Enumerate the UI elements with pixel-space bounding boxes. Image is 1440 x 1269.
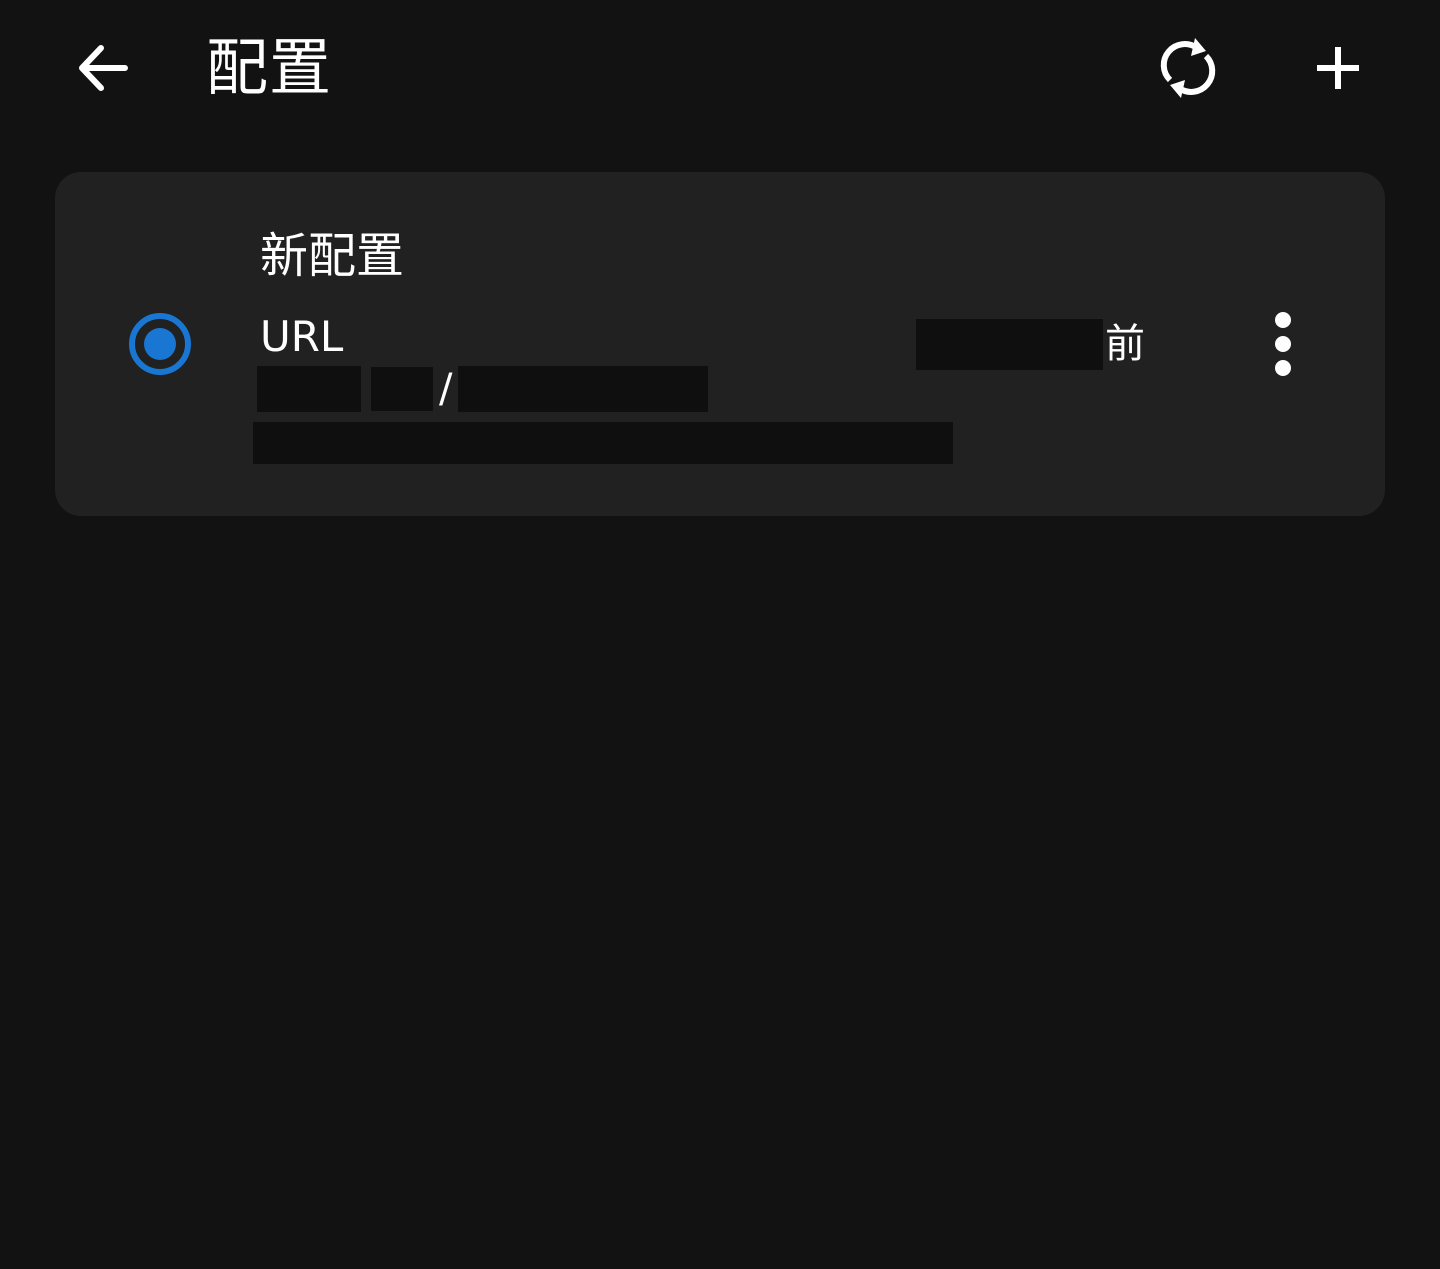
page-title: 配置 [206,31,333,104]
redacted-block [257,366,361,412]
more-vert-icon [1275,312,1291,328]
sync-icon [1160,38,1216,98]
more-options-button[interactable] [1245,300,1321,388]
back-button[interactable] [55,20,151,116]
profile-name: 新配置 [260,228,405,284]
redacted-block [371,367,433,411]
more-vert-dot [1275,336,1291,352]
redacted-block [458,366,709,412]
top-app-bar: 配置 [0,0,1440,140]
redacted-block [253,422,953,464]
plus-icon [1317,47,1359,89]
more-vert-dot [1275,360,1291,376]
profile-url-continued [253,422,953,468]
refresh-button[interactable] [1140,20,1236,116]
profile-card[interactable]: 新配置 URL 前 / [55,172,1385,516]
add-button[interactable] [1290,20,1386,116]
profile-url: / [257,364,709,414]
url-separator: / [439,366,453,412]
app-root: 配置 新配置 URL 前 / [0,0,1440,1269]
arrow-left-icon [79,45,128,91]
updated-time-suffix: 前 [1105,321,1145,367]
profile-type: URL [260,312,344,361]
redacted-block [916,318,1103,370]
radio-selected-icon[interactable] [128,312,192,376]
profile-updated-time: 前 [916,316,1145,372]
